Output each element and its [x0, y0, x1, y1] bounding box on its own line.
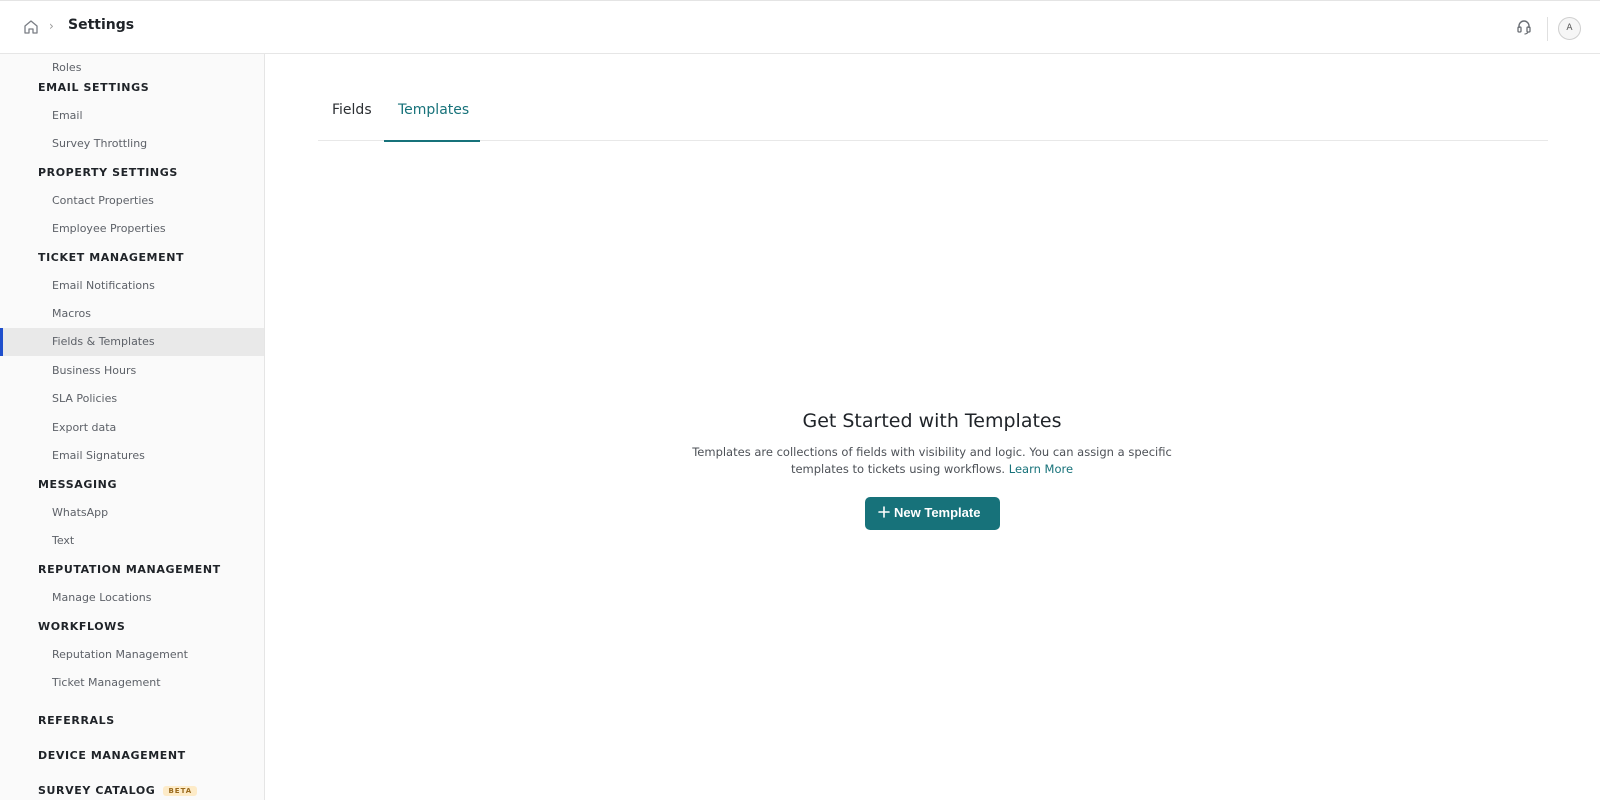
sidebar-item-label: Survey Throttling	[52, 137, 148, 150]
sidebar-item-text[interactable]: Text	[0, 527, 264, 555]
sidebar-item-label: Email	[52, 109, 83, 122]
sidebar-item-label: Ticket Management	[52, 676, 161, 689]
sidebar-section-reputation-management: REPUTATION MANAGEMENT	[38, 563, 221, 576]
sidebar-item-label: Text	[52, 534, 75, 547]
sidebar-item-label: Manage Locations	[52, 591, 152, 604]
tab-bar: Fields Templates	[318, 86, 1548, 142]
sidebar-item-sla-policies[interactable]: SLA Policies	[0, 385, 264, 413]
sidebar-item-roles[interactable]: Roles	[0, 54, 264, 82]
chevron-right-icon: ›	[49, 19, 54, 33]
page-title: Settings	[68, 17, 135, 33]
sidebar-section-property-settings: PROPERTY SETTINGS	[38, 166, 178, 179]
sidebar-item-contact-properties[interactable]: Contact Properties	[0, 187, 264, 215]
sidebar-section-email-settings: EMAIL SETTINGS	[38, 81, 150, 94]
sidebar-section-workflows: WORKFLOWS	[38, 620, 126, 633]
tab-label: Fields	[332, 102, 372, 118]
sidebar-item-label: Fields & Templates	[52, 335, 155, 348]
sidebar-item-label: Email Notifications	[52, 279, 155, 292]
divider	[1547, 17, 1548, 41]
headset-support-icon[interactable]	[1515, 18, 1533, 36]
sidebar-item-reputation-management[interactable]: Reputation Management	[0, 641, 264, 669]
sidebar-item-employee-properties[interactable]: Employee Properties	[0, 215, 264, 243]
sidebar-item-label: Reputation Management	[52, 648, 188, 661]
sidebar-item-label: WhatsApp	[52, 506, 109, 519]
sidebar-item-email-notifications[interactable]: Email Notifications	[0, 272, 264, 300]
empty-state-description: Templates are collections of fields with…	[682, 444, 1182, 478]
settings-sidebar: Roles EMAIL SETTINGS Email Survey Thrott…	[0, 54, 265, 800]
sidebar-item-label: Export data	[52, 421, 117, 434]
sidebar-item-label: Roles	[52, 61, 82, 74]
sidebar-item-export-data[interactable]: Export data	[0, 414, 264, 442]
sidebar-item-ticket-management[interactable]: Ticket Management	[0, 669, 264, 697]
sidebar-item-manage-locations[interactable]: Manage Locations	[0, 584, 264, 612]
sidebar-item-label: Business Hours	[52, 364, 137, 377]
sidebar-item-macros[interactable]: Macros	[0, 300, 264, 328]
empty-state-text: Templates are collections of fields with…	[692, 445, 1172, 476]
sidebar-item-whatsapp[interactable]: WhatsApp	[0, 499, 264, 527]
top-bar: › Settings A	[0, 0, 1600, 54]
sidebar-item-business-hours[interactable]: Business Hours	[0, 357, 264, 385]
plus-icon	[878, 506, 890, 518]
sidebar-item-label: Email Signatures	[52, 449, 145, 462]
avatar[interactable]: A	[1558, 17, 1581, 40]
sidebar-item-email-signatures[interactable]: Email Signatures	[0, 442, 264, 470]
sidebar-section-label: SURVEY CATALOG	[38, 784, 156, 797]
sidebar-section-referrals[interactable]: REFERRALS	[38, 714, 115, 727]
learn-more-link[interactable]: Learn More	[1009, 462, 1073, 476]
tab-templates[interactable]: Templates	[384, 86, 480, 142]
sidebar-item-survey-throttling[interactable]: Survey Throttling	[0, 130, 264, 158]
home-icon[interactable]	[22, 18, 40, 36]
sidebar-section-ticket-management: TICKET MANAGEMENT	[38, 251, 185, 264]
sidebar-section-device-management[interactable]: DEVICE MANAGEMENT	[38, 749, 186, 762]
sidebar-item-email[interactable]: Email	[0, 102, 264, 130]
tab-label: Templates	[398, 102, 470, 118]
empty-state-title: Get Started with Templates	[802, 410, 1062, 432]
sidebar-item-label: Employee Properties	[52, 222, 166, 235]
sidebar-item-label: Macros	[52, 307, 92, 320]
new-template-button[interactable]: New Template	[865, 497, 1000, 530]
sidebar-item-label: Contact Properties	[52, 194, 154, 207]
tab-fields[interactable]: Fields	[318, 86, 384, 141]
sidebar-item-fields-templates[interactable]: Fields & Templates	[0, 328, 264, 356]
new-template-label: New Template	[894, 505, 981, 520]
sidebar-section-survey-catalog[interactable]: SURVEY CATALOG BETA	[38, 784, 198, 797]
sidebar-section-messaging: MESSAGING	[38, 478, 118, 491]
sidebar-item-label: SLA Policies	[52, 392, 118, 405]
beta-badge: BETA	[163, 786, 198, 796]
